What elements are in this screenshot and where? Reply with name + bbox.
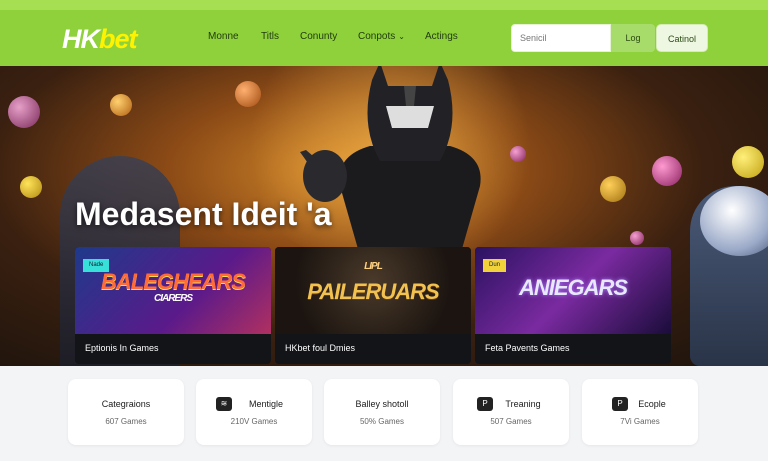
category-title: Mentigle: [248, 399, 284, 409]
category-title: Treaning: [505, 399, 541, 409]
category-card[interactable]: Categraions 607 Games: [68, 379, 184, 445]
ball-decoration: [732, 146, 764, 178]
category-count: 7Vi Games: [620, 417, 660, 426]
game-label: Eptionis In Games: [85, 343, 159, 353]
category-count: 210V Games: [230, 417, 278, 426]
top-header: HKbet Monne Titls Conunty Conpots ⌄ Actin…: [0, 0, 768, 66]
game-art-subtitle: CIARERS: [153, 293, 193, 304]
category-card[interactable]: ≋ Mentigle 210V Games: [196, 379, 312, 445]
nav-item-conunty[interactable]: Conunty: [300, 31, 337, 42]
game-card[interactable]: BALEGHEARS CIARERS Nade Eptionis In Game…: [75, 247, 271, 364]
game-badge: Dun: [483, 259, 507, 272]
category-count: 607 Games: [105, 417, 147, 426]
ball-decoration: [652, 156, 682, 186]
ball-decoration: [8, 96, 40, 128]
ball-decoration: [110, 94, 132, 116]
category-title: Categraions: [101, 399, 151, 409]
nav-item-actings[interactable]: Actings: [425, 31, 458, 42]
nav-item-monne[interactable]: Monne: [208, 31, 239, 42]
game-art-title: PAILERUARS: [307, 279, 439, 304]
ball-decoration: [20, 176, 42, 198]
category-title: Ecople: [638, 399, 666, 409]
game-art-subtitle: LIPL: [364, 261, 383, 272]
nav-item-conpots[interactable]: Conpots ⌄: [358, 31, 405, 42]
ball-decoration: [600, 176, 626, 202]
hero-title: Medasent Ideit 'a: [75, 196, 332, 232]
category-card[interactable]: P Treaning 507 Games: [453, 379, 569, 445]
category-count: 50% Games: [359, 417, 405, 426]
game-art-title: BALEGHEARS: [100, 269, 246, 294]
ball-decoration: [630, 231, 644, 245]
game-label: HKbet foul Dmies: [285, 343, 356, 353]
game-label: Feta Pavents Games: [485, 343, 570, 353]
game-art-title: ANIEGARS: [518, 275, 628, 300]
game-card[interactable]: LIPL PAILERUARS HKbet foul Dmies: [275, 247, 471, 364]
game-card[interactable]: ANIEGARS Dun Feta Pavents Games: [475, 247, 671, 364]
search-input[interactable]: Senicil: [511, 24, 611, 52]
category-card[interactable]: P Ecople 7Vi Games: [582, 379, 698, 445]
category-card[interactable]: Balley shotoll 50% Games: [324, 379, 440, 445]
catinol-button[interactable]: Catinol: [656, 24, 708, 52]
chevron-down-icon: ⌄: [398, 32, 405, 41]
nav-item-titls[interactable]: Titls: [261, 31, 279, 42]
ball-decoration: [235, 81, 261, 107]
category-count: 507 Games: [490, 417, 532, 426]
masked-hero-figure: [300, 66, 481, 256]
login-button[interactable]: Log: [611, 24, 655, 52]
category-title: Balley shotoll: [355, 399, 409, 409]
game-badge: Nade: [83, 259, 110, 272]
